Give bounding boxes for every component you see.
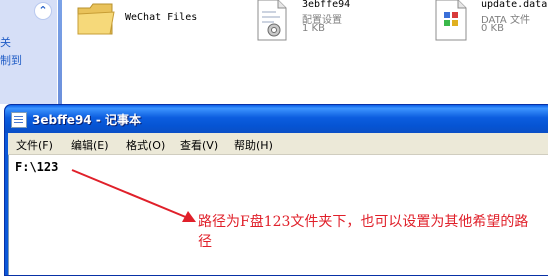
file-item-wechat-files[interactable]: WeChat Files [74,0,214,40]
menu-edit[interactable]: 编辑(E) [71,137,109,153]
data-file-icon [435,0,467,41]
file-item-update-data[interactable]: update.data DATA 文件 0 KB [432,0,548,44]
collapse-up-icon[interactable]: ⌃ [34,2,52,20]
task-pane: ⌃ 关 制到 [0,0,62,104]
task-link-1[interactable]: 关 [0,34,11,50]
file-name: 3ebffe94 [302,0,351,10]
explorer-window: ⌃ 关 制到 WeChat Files 3ebffe94 配置设置 1 KB u… [0,0,548,104]
menu-file[interactable]: 文件(F) [16,137,53,153]
menu-view[interactable]: 查看(V) [180,137,218,153]
config-file-icon [257,0,287,41]
editor-content: F:\123 [15,160,59,174]
notepad-icon[interactable] [11,112,27,128]
file-item-3ebffe94[interactable]: 3ebffe94 配置设置 1 KB [254,0,394,44]
menu-help[interactable]: 帮助(H) [234,137,273,153]
menu-format[interactable]: 格式(O) [126,137,165,153]
window-title: 3ebffe94 - 记事本 [32,113,141,127]
annotation-text: 路径为F盘123文件夹下，也可以设置为其他希望的路径 [198,214,529,250]
file-size: 1 KB [302,23,325,34]
folder-icon [77,3,115,35]
file-name: update.data [481,0,548,10]
title-bar[interactable]: 3ebffe94 - 记事本 [5,105,548,133]
menu-bar: 文件(F) 编辑(E) 格式(O) 查看(V) 帮助(H) [8,133,548,155]
file-name: WeChat Files [125,12,198,23]
task-link-2[interactable]: 制到 [0,52,22,68]
file-size: 0 KB [481,23,504,34]
